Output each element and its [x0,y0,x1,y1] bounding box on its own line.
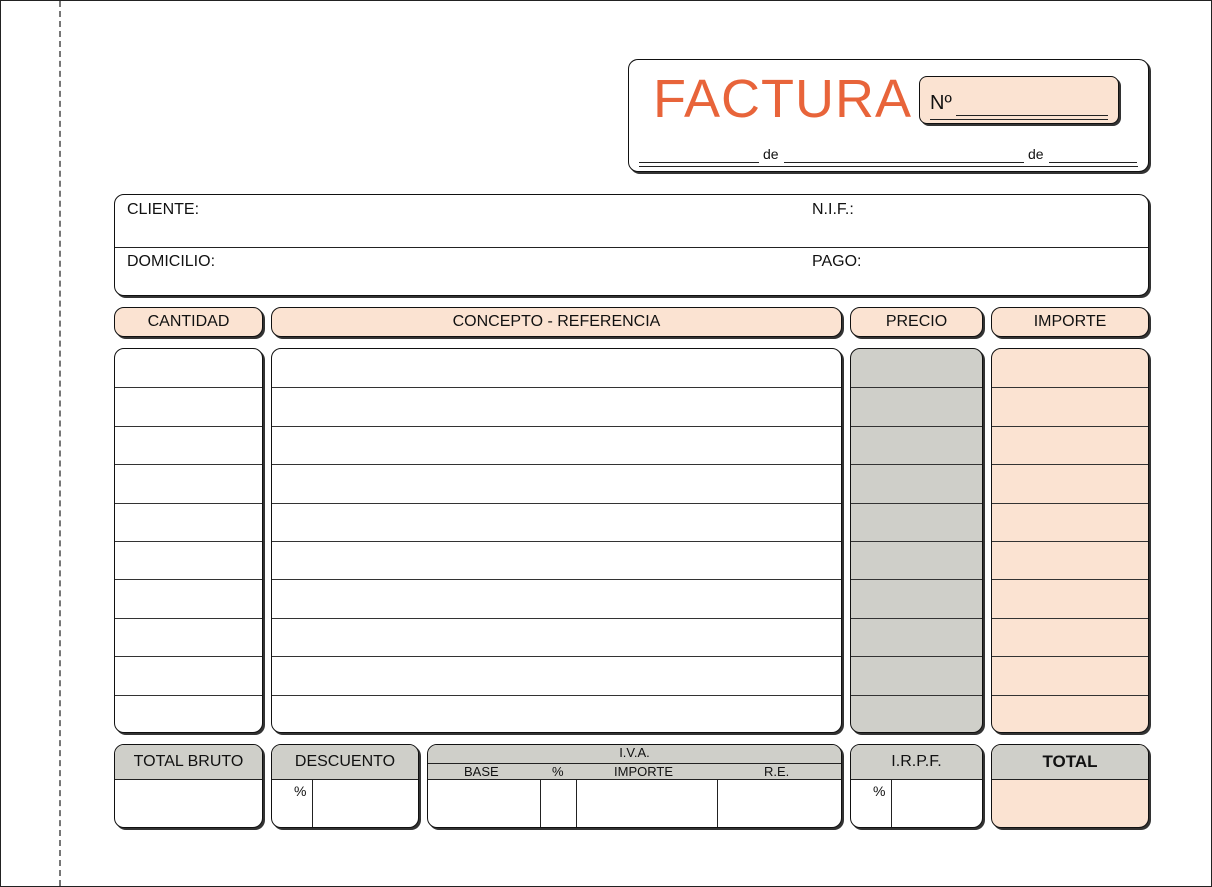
total-label: TOTAL [992,745,1148,780]
item-row-line [851,656,982,658]
item-row-line [272,617,841,619]
header-concepto: CONCEPTO - REFERENCIA [271,307,842,337]
date-month-line[interactable] [784,162,1024,163]
item-row-line [115,464,262,466]
descuento-percent: % [294,783,307,799]
importe-column[interactable] [991,348,1149,733]
date-day-line[interactable] [639,162,759,163]
item-row-line [992,617,1148,619]
cantidad-column[interactable] [114,348,263,733]
iva-base-label: BASE [464,764,499,779]
iva-percent-label: % [552,764,564,779]
item-row-line [992,694,1148,696]
item-row-line [851,579,982,581]
invoice-number-line [956,115,1108,116]
item-row-line [272,464,841,466]
item-row-line [272,694,841,696]
client-divider [115,247,1148,248]
item-row-line [851,617,982,619]
item-row-line [992,656,1148,658]
irpf-percent: % [873,783,886,799]
date-year-line[interactable] [1049,162,1137,163]
total-bruto-box[interactable]: TOTAL BRUTO [114,744,263,828]
item-row-line [272,656,841,658]
item-row-line [272,541,841,542]
iva-importe-label: IMPORTE [614,764,673,779]
iva-re-label: R.E. [764,764,790,779]
nif-label: N.I.F.: [812,201,854,218]
date-de-1: de [763,146,779,162]
item-row-line [992,541,1148,542]
header-importe: IMPORTE [991,307,1149,337]
invoice-title: FACTURA [653,69,913,129]
header-cantidad: CANTIDAD [114,307,263,337]
item-row-line [851,502,982,504]
descuento-label: DESCUENTO [272,745,418,780]
concepto-column[interactable] [271,348,842,733]
irpf-label: I.R.P.F. [851,745,982,780]
invoice-form: FACTURA Nº de de CLIENTE: N.I.F.: DOMICI… [0,0,1212,887]
item-row-line [272,579,841,581]
iva-header: I.V.A. BASE % IMPORTE R.E. [428,745,841,780]
invoice-number-label: Nº [930,92,952,114]
item-row-line [115,656,262,658]
date-underline [639,166,1138,167]
item-row-line [115,617,262,619]
item-row-line [851,541,982,542]
iva-box[interactable]: I.V.A. BASE % IMPORTE R.E. [427,744,842,828]
item-row-line [992,502,1148,504]
iva-divider-3 [717,780,718,827]
item-row-line [115,541,262,542]
item-row-line [851,387,982,389]
irpf-box[interactable]: I.R.P.F. % [850,744,983,828]
item-row-line [851,425,982,427]
invoice-number-field[interactable]: Nº [919,76,1119,124]
item-row-line [992,579,1148,581]
item-row-line [115,579,262,581]
precio-column[interactable] [850,348,983,733]
item-row-line [272,502,841,504]
descuento-divider [312,780,313,827]
cliente-label: CLIENTE: [127,201,200,218]
item-row-line [992,387,1148,389]
invoice-number-underline [930,119,1108,120]
item-row-line [272,387,841,389]
item-row-line [115,502,262,504]
total-bruto-label: TOTAL BRUTO [115,745,262,780]
item-row-line [851,464,982,466]
item-row-line [115,425,262,427]
item-row-line [851,694,982,696]
date-de-2: de [1028,146,1044,162]
total-box[interactable]: TOTAL [991,744,1149,828]
item-row-line [992,464,1148,466]
invoice-header-box: FACTURA Nº de de [628,59,1149,172]
perforation-line [59,1,61,886]
pago-label: PAGO: [812,253,862,270]
domicilio-label: DOMICILIO: [127,253,216,270]
item-row-line [992,425,1148,427]
item-row-line [115,694,262,696]
iva-label: I.V.A. [619,745,650,760]
iva-divider-2 [576,780,577,827]
client-box: CLIENTE: N.I.F.: DOMICILIO: PAGO: [114,194,1149,296]
item-row-line [272,425,841,427]
item-row-line [115,387,262,389]
iva-divider-1 [540,780,541,827]
irpf-divider [891,780,892,827]
descuento-box[interactable]: DESCUENTO % [271,744,419,828]
header-precio: PRECIO [850,307,983,337]
